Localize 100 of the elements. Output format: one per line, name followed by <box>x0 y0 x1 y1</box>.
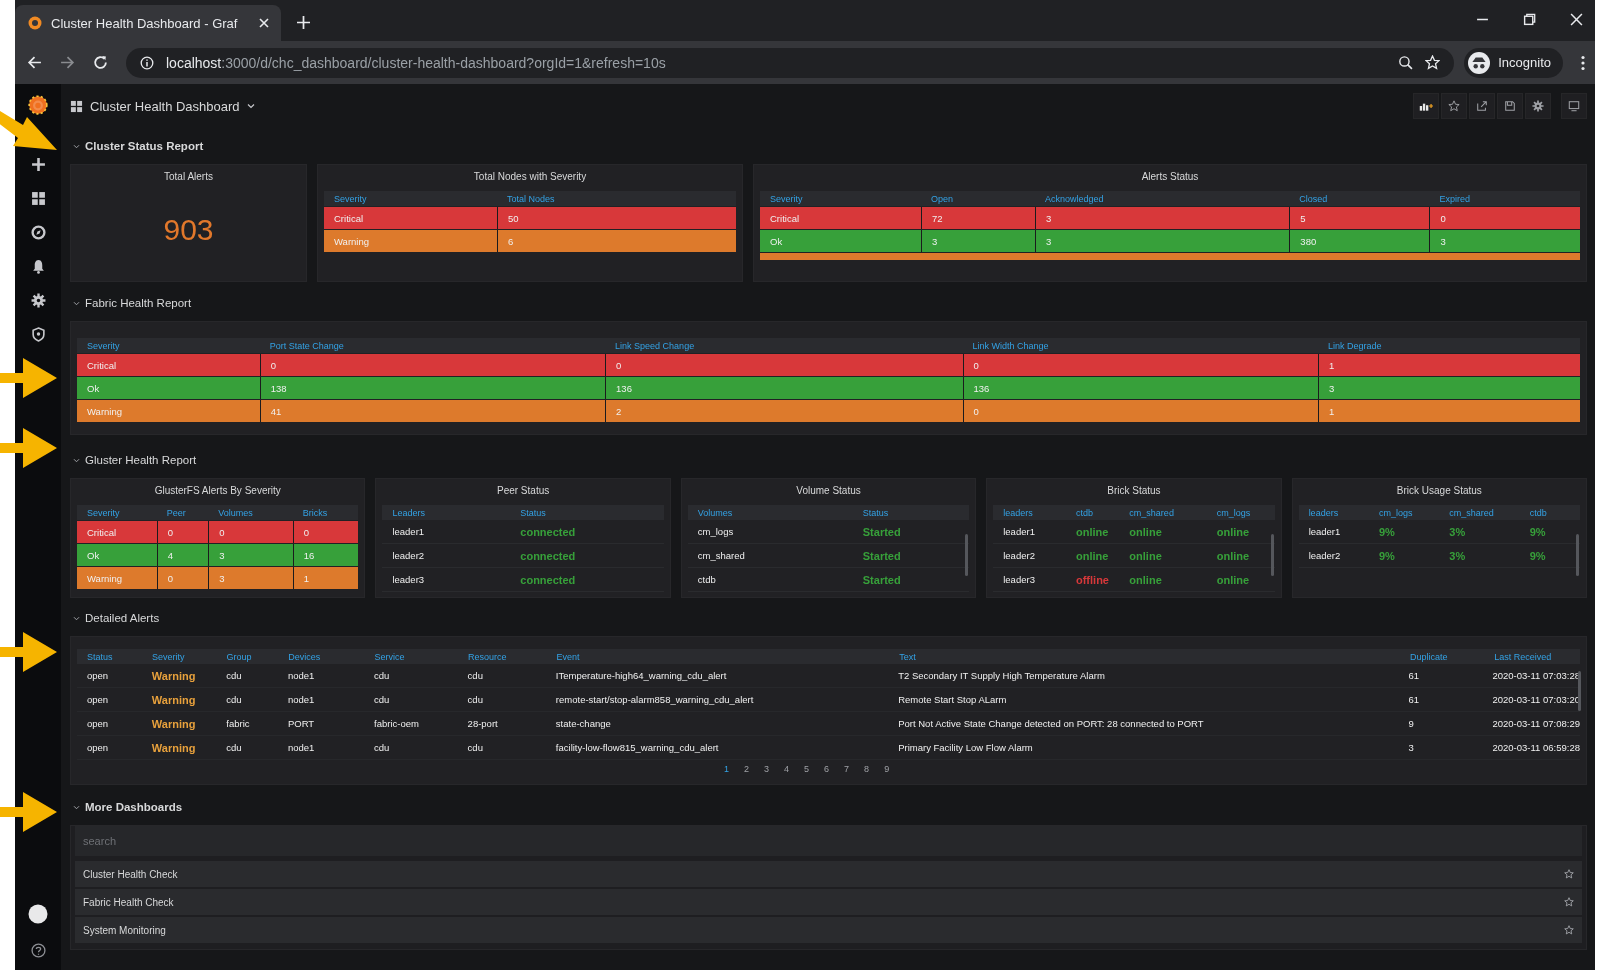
column-header[interactable]: Text <box>889 651 1401 662</box>
column-header[interactable]: Service <box>364 651 459 662</box>
column-header[interactable]: leaders <box>1298 507 1369 518</box>
page-link[interactable]: 9 <box>882 764 892 774</box>
dashboards-icon[interactable] <box>30 191 46 206</box>
dashboard-list-item[interactable]: Cluster Health Check <box>75 861 1582 887</box>
column-header[interactable]: Total Nodes <box>496 193 736 204</box>
column-header[interactable]: ctdb <box>1066 507 1120 518</box>
close-icon[interactable] <box>259 18 269 28</box>
star-icon[interactable] <box>1564 869 1574 879</box>
row-title[interactable]: Cluster Status Report <box>85 140 204 152</box>
page-link[interactable]: 4 <box>782 764 792 774</box>
column-header[interactable]: Expired <box>1429 193 1580 204</box>
caret-icon[interactable] <box>246 103 255 109</box>
column-header[interactable]: Group <box>216 651 279 662</box>
share-button[interactable] <box>1469 93 1495 119</box>
column-header[interactable]: Link Width Change <box>962 340 1318 351</box>
maximize-icon[interactable] <box>1523 13 1536 26</box>
save-button[interactable] <box>1497 93 1523 119</box>
address-field[interactable]: localhost:3000/d/chc_dashboard/cluster-health-dashboard?orgId=1&refresh=10s <box>126 47 1455 78</box>
panel-title[interactable]: GlusterFS Alerts By Severity <box>154 479 281 501</box>
column-header[interactable]: Devices <box>278 651 365 662</box>
panel-title[interactable]: Brick Status <box>1107 479 1161 501</box>
logo-icon[interactable] <box>27 94 49 116</box>
panel-title[interactable]: Peer Status <box>496 479 550 501</box>
star-icon[interactable] <box>1564 897 1574 907</box>
plus-icon[interactable] <box>30 157 46 172</box>
tv-mode-button[interactable] <box>1561 93 1587 119</box>
page-link[interactable]: 7 <box>842 764 852 774</box>
column-header[interactable]: Leaders <box>382 507 511 518</box>
column-header[interactable]: Volumes <box>687 507 853 518</box>
column-header[interactable]: ctdb <box>1519 507 1580 518</box>
chevron-icon[interactable] <box>73 457 80 463</box>
panel-title[interactable]: Volume Status <box>796 479 861 501</box>
column-header[interactable]: Open <box>920 193 1036 204</box>
row-title[interactable]: More Dashboards <box>85 801 183 813</box>
column-header[interactable]: cm_shared <box>1119 507 1207 518</box>
reload-icon[interactable] <box>93 55 108 70</box>
dashboard-list-item[interactable]: System Monitoring <box>75 917 1582 943</box>
column-header[interactable]: cm_logs <box>1368 507 1440 518</box>
page-link[interactable]: 1 <box>722 764 731 774</box>
dashboard-title[interactable]: Cluster Health Dashboard <box>90 98 240 114</box>
column-header[interactable]: Status <box>510 507 664 518</box>
chevron-icon[interactable] <box>73 143 80 149</box>
panel-title[interactable]: Alerts Status <box>1141 165 1199 187</box>
row-title[interactable]: Detailed Alerts <box>85 612 160 624</box>
column-header[interactable]: Duplicate <box>1400 651 1485 662</box>
column-header[interactable]: cm_shared <box>1439 507 1520 518</box>
page-link[interactable]: 3 <box>762 764 772 774</box>
chevron-icon[interactable] <box>73 300 80 306</box>
scrollbar[interactable] <box>1578 671 1581 711</box>
settings-button[interactable] <box>1525 93 1551 119</box>
row-title[interactable]: Fabric Health Report <box>85 297 192 309</box>
column-header[interactable]: cm_logs <box>1206 507 1275 518</box>
help-icon[interactable] <box>30 943 46 958</box>
scrollbar[interactable] <box>1576 534 1580 576</box>
column-header[interactable]: leaders <box>993 507 1066 518</box>
column-header[interactable]: Event <box>546 651 890 662</box>
profile-button[interactable]: Incognito <box>1464 47 1563 78</box>
page-link[interactable]: 6 <box>822 764 832 774</box>
search-field[interactable]: search <box>75 826 1582 856</box>
avatar-icon[interactable] <box>28 904 48 924</box>
column-header[interactable]: Link Degrade <box>1318 340 1580 351</box>
column-header[interactable]: Severity <box>760 193 921 204</box>
column-header[interactable]: Port State Change <box>259 340 606 351</box>
column-header[interactable]: Severity <box>141 651 217 662</box>
close-icon[interactable] <box>1570 13 1583 26</box>
page-link[interactable]: 8 <box>862 764 872 774</box>
column-header[interactable]: Severity <box>77 340 260 351</box>
compass-icon[interactable] <box>30 225 46 240</box>
panel-title[interactable]: Total Alerts <box>164 165 213 187</box>
bell-icon[interactable] <box>30 259 46 274</box>
column-header[interactable]: Link Speed Change <box>605 340 963 351</box>
menu-icon[interactable] <box>1581 54 1585 71</box>
panel-title[interactable]: Brick Usage Status <box>1396 479 1482 501</box>
star-icon[interactable] <box>1564 925 1574 935</box>
back-icon[interactable] <box>27 55 42 70</box>
column-header[interactable]: Severity <box>324 193 497 204</box>
add-panel-button[interactable] <box>1413 93 1439 119</box>
forward-icon[interactable] <box>60 55 75 70</box>
column-header[interactable]: Bricks <box>292 507 359 518</box>
dashboards-icon[interactable] <box>70 99 83 113</box>
panel-title[interactable]: Total Nodes with Severity <box>473 165 587 187</box>
column-header[interactable]: Last Received <box>1484 651 1580 662</box>
scrollbar[interactable] <box>965 534 969 576</box>
info-icon[interactable] <box>140 55 154 70</box>
row-title[interactable]: Gluster Health Report <box>85 454 197 466</box>
column-header[interactable]: Volumes <box>208 507 293 518</box>
column-header[interactable]: Closed <box>1289 193 1430 204</box>
browser-tab[interactable]: Cluster Health Dashboard - Graf <box>15 5 281 41</box>
column-header[interactable]: Status <box>852 507 970 518</box>
chevron-icon[interactable] <box>73 804 80 810</box>
dashboard-list-item[interactable]: Fabric Health Check <box>75 889 1582 915</box>
column-header[interactable]: Acknowledged <box>1035 193 1290 204</box>
column-header[interactable]: Peer <box>156 507 209 518</box>
scrollbar[interactable] <box>1270 534 1274 576</box>
shield-icon[interactable] <box>30 327 46 342</box>
column-header[interactable]: Severity <box>77 507 157 518</box>
zoom-icon[interactable] <box>1398 55 1414 70</box>
column-header[interactable]: Status <box>77 651 142 662</box>
